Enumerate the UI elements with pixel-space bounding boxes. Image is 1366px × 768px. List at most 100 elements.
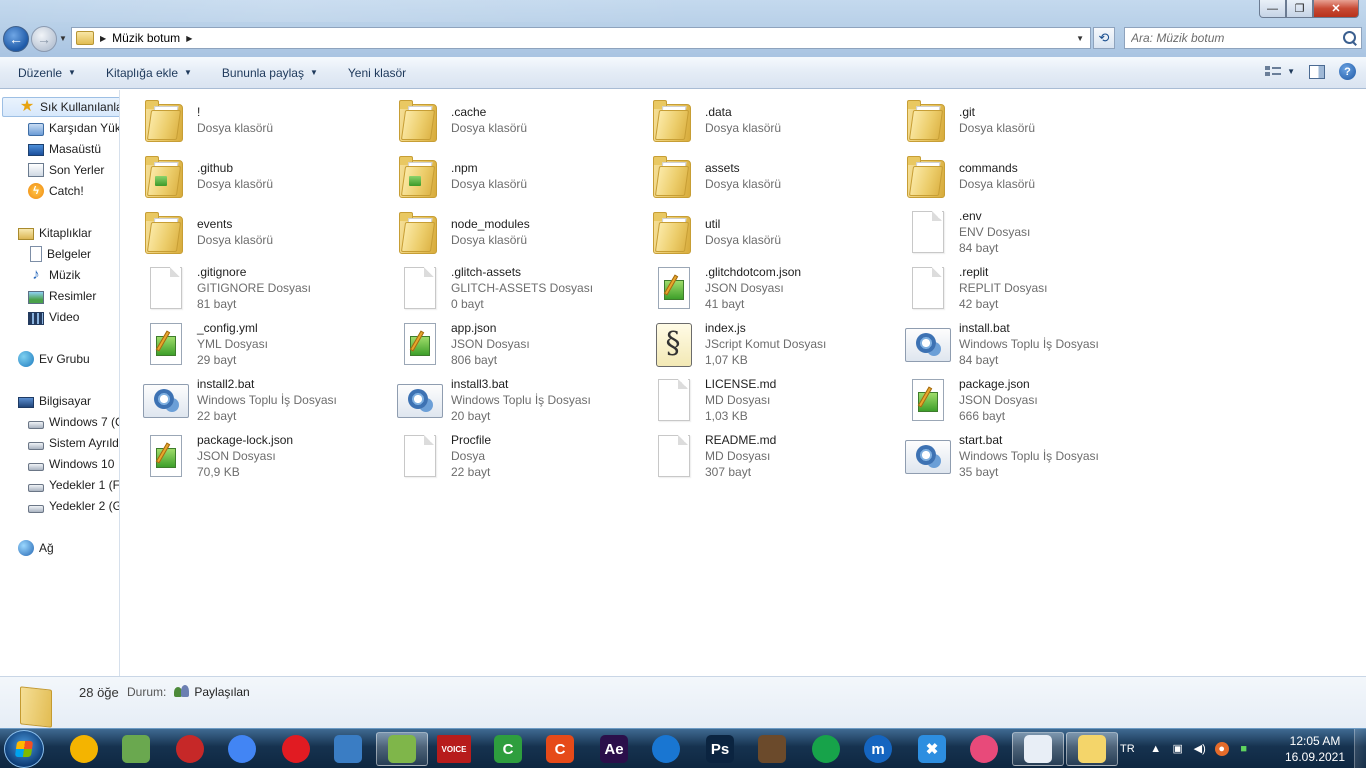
taskbar-app[interactable]: C [482, 732, 534, 766]
minimize-button[interactable]: — [1259, 0, 1286, 18]
file-item[interactable]: install2.bat Windows Toplu İş Dosyası 22 b… [141, 373, 391, 427]
battery-icon[interactable]: ■ [1237, 742, 1251, 756]
sidebar-item-17[interactable]: Ağ [18, 538, 54, 558]
file-item[interactable]: LICENSE.md MD Dosyası 1,03 KB [649, 373, 899, 427]
network-status-icon[interactable]: ▣ [1171, 742, 1185, 756]
file-item[interactable]: app.json JSON Dosyası 806 bayt [395, 317, 645, 371]
sidebar-item-0[interactable]: ★ Sık Kullanılanlar [2, 97, 119, 117]
file-item[interactable]: util Dosya klasörü [649, 205, 899, 259]
taskbar-app[interactable] [1066, 732, 1118, 766]
taskbar-app[interactable]: ✖ [906, 732, 958, 766]
file-item[interactable]: .replit REPLIT Dosyası 42 bayt [903, 261, 1153, 315]
antivirus-icon[interactable]: ● [1214, 742, 1229, 756]
taskbar-app[interactable]: Ps [694, 732, 746, 766]
show-hidden-icons-icon[interactable]: ▲ [1149, 742, 1163, 756]
address-bar[interactable]: ▶ Müzik botum ▶ ▼ [71, 27, 1091, 49]
taskbar-app[interactable]: Ae [588, 732, 640, 766]
taskbar-app[interactable]: m [852, 732, 904, 766]
file-item[interactable]: .glitchdotcom.json JSON Dosyası 41 bayt [649, 261, 899, 315]
taskbar-app[interactable] [322, 732, 374, 766]
language-indicator[interactable]: TR [1120, 743, 1135, 755]
file-item[interactable]: README.md MD Dosyası 307 bayt [649, 429, 899, 483]
sidebar-item-12[interactable]: Windows 7 (C [28, 412, 119, 432]
file-item[interactable]: .cache Dosya klasörü [395, 93, 645, 147]
forward-button[interactable]: → [31, 26, 57, 52]
search-box[interactable] [1124, 27, 1362, 49]
address-history-dropdown[interactable]: ▼ [1076, 34, 1084, 43]
file-item[interactable]: events Dosya klasörü [141, 205, 391, 259]
file-item[interactable]: .env ENV Dosyası 84 bayt [903, 205, 1153, 259]
breadcrumb-current[interactable]: Müzik botum [112, 31, 180, 45]
file-item[interactable]: .data Dosya klasörü [649, 93, 899, 147]
file-item[interactable]: install.bat Windows Toplu İş Dosyası 84 ba… [903, 317, 1153, 371]
back-button[interactable]: ← [3, 26, 29, 52]
file-item[interactable]: index.js JScript Komut Dosyası 1,07 KB [649, 317, 899, 371]
file-item[interactable]: package-lock.json JSON Dosyası 70,9 KB [141, 429, 391, 483]
file-item[interactable]: .gitignore GITIGNORE Dosyası 81 bayt [141, 261, 391, 315]
sidebar-item-16[interactable]: Yedekler 2 (G [28, 496, 119, 516]
file-item[interactable]: assets Dosya klasörü [649, 149, 899, 203]
sidebar-item-8[interactable]: Resimler [28, 286, 96, 306]
sidebar-item-2[interactable]: Masaüstü [28, 139, 101, 159]
clock[interactable]: 12:05 AM 16.09.2021 [1280, 733, 1350, 765]
chrome-canary-icon [176, 735, 204, 763]
taskbar-app[interactable] [376, 732, 428, 766]
help-icon[interactable]: ? [1339, 63, 1356, 80]
sidebar-item-1[interactable]: Karşıdan Yük [28, 118, 119, 138]
file-item[interactable]: node_modules Dosya klasörü [395, 205, 645, 259]
taskbar-app[interactable]: C [534, 732, 586, 766]
sidebar-item-5[interactable]: Kitaplıklar [18, 223, 92, 243]
taskbar-app[interactable] [958, 732, 1010, 766]
sidebar-item-7[interactable]: ♪ Müzik [28, 265, 80, 285]
file-item[interactable]: Procfile Dosya 22 bayt [395, 429, 645, 483]
sidebar-item-13[interactable]: Sistem Ayrıld [28, 433, 119, 453]
show-desktop-button[interactable] [1354, 729, 1366, 768]
file-item[interactable]: .github Dosya klasörü [141, 149, 391, 203]
file-item[interactable]: package.json JSON Dosyası 666 bayt [903, 373, 1153, 427]
sidebar-item-6[interactable]: Belgeler [28, 244, 91, 264]
sidebar-item-4[interactable]: ϟ Catch! [28, 181, 84, 201]
sidebar-item-15[interactable]: Yedekler 1 (F [28, 475, 119, 495]
breadcrumb-arrow-icon[interactable]: ▶ [100, 34, 106, 43]
file-item[interactable]: commands Dosya klasörü [903, 149, 1153, 203]
search-input[interactable] [1131, 29, 1341, 47]
file-item[interactable]: .git Dosya klasörü [903, 93, 1153, 147]
command-kitaplığa-ekle[interactable]: Kitaplığa ekle ▼ [106, 66, 192, 80]
taskbar-app[interactable] [746, 732, 798, 766]
sidebar-item-14[interactable]: Windows 10 [28, 454, 114, 474]
search-icon[interactable] [1341, 29, 1359, 47]
command-yeni-klasör[interactable]: Yeni klasör [348, 66, 406, 80]
file-item[interactable]: ! Dosya klasörü [141, 93, 391, 147]
file-item[interactable]: _config.yml YML Dosyası 29 bayt [141, 317, 391, 371]
file-item[interactable]: install3.bat Windows Toplu İş Dosyası 20 b… [395, 373, 645, 427]
start-button[interactable] [4, 730, 44, 768]
taskbar-app[interactable] [58, 732, 110, 766]
taskbar-app[interactable] [640, 732, 692, 766]
close-button[interactable]: ✕ [1313, 0, 1359, 18]
sidebar-item-11[interactable]: Bilgisayar [18, 391, 91, 411]
taskbar-app[interactable] [800, 732, 852, 766]
taskbar-app[interactable] [110, 732, 162, 766]
file-item[interactable]: .glitch-assets GLITCH-ASSETS Dosyası 0 bay… [395, 261, 645, 315]
taskbar-app[interactable]: VOICE [428, 732, 480, 766]
change-view-icon[interactable] [1265, 65, 1282, 79]
sidebar-item-3[interactable]: Son Yerler [28, 160, 104, 180]
taskbar-app[interactable] [164, 732, 216, 766]
volume-icon[interactable]: ◀) [1193, 742, 1207, 756]
recent-places-icon [28, 163, 44, 177]
sidebar-item-10[interactable]: Ev Grubu [18, 349, 90, 369]
taskbar-app[interactable] [216, 732, 268, 766]
file-item[interactable]: .npm Dosya klasörü [395, 149, 645, 203]
refresh-button[interactable]: ⟲ [1093, 27, 1115, 49]
preview-pane-icon[interactable] [1309, 64, 1325, 79]
command-bununla-paylaş[interactable]: Bununla paylaş ▼ [222, 66, 318, 80]
breadcrumb-arrow-icon[interactable]: ▶ [186, 34, 192, 43]
sidebar-item-9[interactable]: Video [28, 307, 79, 327]
taskbar-app[interactable] [270, 732, 322, 766]
taskbar-app[interactable] [1012, 732, 1064, 766]
recent-pages-dropdown[interactable]: ▼ [59, 34, 67, 43]
file-item[interactable]: start.bat Windows Toplu İş Dosyası 35 bayt [903, 429, 1153, 483]
command-düzenle[interactable]: Düzenle ▼ [18, 66, 76, 80]
view-options-dropdown[interactable]: ▼ [1287, 67, 1295, 76]
maximize-button[interactable]: ❐ [1286, 0, 1313, 18]
